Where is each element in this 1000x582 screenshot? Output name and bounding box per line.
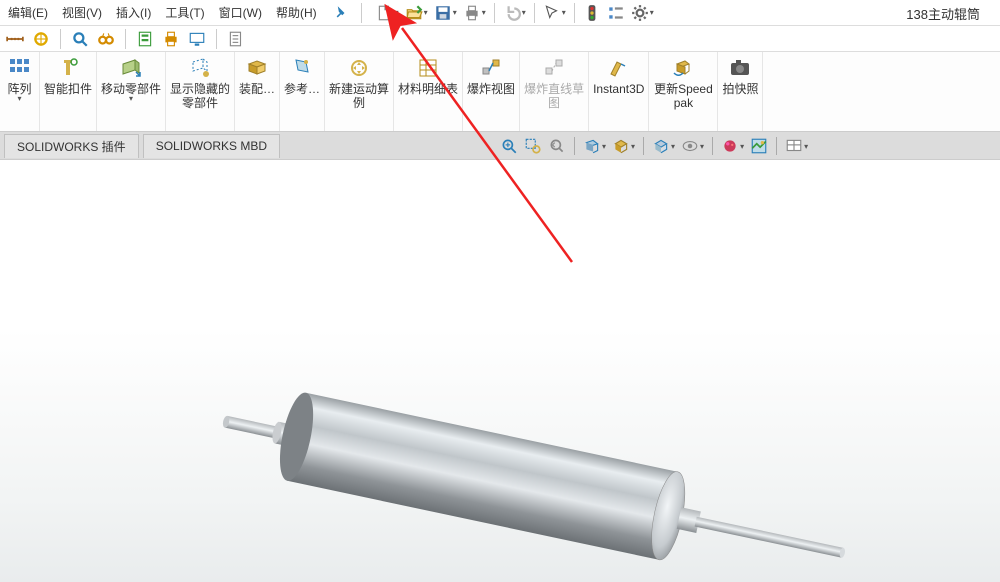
- graphics-viewport[interactable]: [0, 160, 1000, 582]
- ribbon-pattern[interactable]: 阵列: [0, 52, 40, 131]
- ribbon-newmotion[interactable]: 新建运动算例: [325, 52, 394, 131]
- separator: [574, 3, 575, 23]
- menu-insert[interactable]: 插入(I): [110, 0, 157, 25]
- open-button[interactable]: [403, 2, 430, 24]
- select-button[interactable]: [541, 2, 568, 24]
- save-button[interactable]: [432, 2, 459, 24]
- standard-toolbar: [374, 2, 656, 24]
- ribbon-snapshot[interactable]: 拍快照: [718, 52, 763, 131]
- print-button[interactable]: [461, 2, 488, 24]
- view-toolbar: [498, 135, 810, 157]
- separator: [216, 29, 217, 49]
- menu-window[interactable]: 窗口(W): [213, 0, 268, 25]
- appearance-icon[interactable]: [719, 135, 746, 157]
- ribbon-label: 智能扣件: [44, 82, 92, 96]
- ribbon-label: Instant3D: [593, 82, 644, 96]
- ribbon-bom[interactable]: 材料明细表: [394, 52, 463, 131]
- menu-tools[interactable]: 工具(T): [159, 0, 210, 25]
- doc-icon[interactable]: [225, 28, 247, 50]
- separator: [494, 3, 495, 23]
- zoom-prev-icon[interactable]: [546, 135, 568, 157]
- section-view-icon[interactable]: [581, 135, 608, 157]
- ribbon-explode[interactable]: 爆炸视图: [463, 52, 520, 131]
- ribbon-assembly[interactable]: 装配…: [235, 52, 280, 131]
- sheet-icon[interactable]: [134, 28, 156, 50]
- undo-button[interactable]: [501, 2, 528, 24]
- menu-help[interactable]: 帮助(H): [270, 0, 323, 25]
- pin-icon[interactable]: [323, 4, 357, 22]
- center-icon[interactable]: [30, 28, 52, 50]
- ribbon-smartfastener[interactable]: 智能扣件: [40, 52, 97, 131]
- ribbon-label: 材料明细表: [398, 82, 458, 96]
- view-orient-icon[interactable]: [610, 135, 637, 157]
- ribbon-label: 移动零部件: [101, 82, 161, 96]
- separator: [643, 137, 644, 155]
- menu-items: 编辑(E) 视图(V) 插入(I) 工具(T) 窗口(W) 帮助(H): [0, 0, 323, 25]
- binoculars-icon[interactable]: [95, 28, 117, 50]
- hide-show-icon[interactable]: [679, 135, 706, 157]
- ribbon-label: 新建运动算例: [329, 82, 389, 110]
- ribbon-reference[interactable]: 参考…: [280, 52, 325, 131]
- zoom-icon[interactable]: [69, 28, 91, 50]
- menu-edit[interactable]: 编辑(E): [2, 0, 54, 25]
- printer-small-icon[interactable]: [160, 28, 182, 50]
- ribbon-toolbar: 阵列 智能扣件 移动零部件 显示隐藏的零部件 装配… 参考… 新建运动算例 材料…: [0, 52, 1000, 132]
- ribbon-label: 更新Speedpak: [653, 82, 713, 110]
- ribbon-explodeline: 爆炸直线草图: [520, 52, 589, 131]
- ribbon-showhide[interactable]: 显示隐藏的零部件: [166, 52, 235, 131]
- traffic-light-icon[interactable]: [581, 2, 603, 24]
- ribbon-label: 显示隐藏的零部件: [170, 82, 230, 110]
- separator: [712, 137, 713, 155]
- ribbon-speedpak[interactable]: 更新Speedpak: [649, 52, 718, 131]
- display-style-icon[interactable]: [650, 135, 677, 157]
- separator: [361, 3, 362, 23]
- separator: [534, 3, 535, 23]
- document-title: 138主动辊筒: [906, 4, 980, 23]
- ribbon-label: 阵列: [7, 82, 31, 96]
- ribbon-label: 参考…: [284, 82, 320, 96]
- new-button[interactable]: [374, 2, 401, 24]
- menu-bar: 编辑(E) 视图(V) 插入(I) 工具(T) 窗口(W) 帮助(H): [0, 0, 1000, 26]
- scene-icon[interactable]: [748, 135, 770, 157]
- settings-button[interactable]: [629, 2, 656, 24]
- model-roller: [0, 160, 1000, 582]
- measure-icon[interactable]: [4, 28, 26, 50]
- tab-solidworks-mbd[interactable]: SOLIDWORKS MBD: [143, 134, 280, 158]
- zoom-area-icon[interactable]: [522, 135, 544, 157]
- separator: [574, 137, 575, 155]
- quick-toolbar: [0, 26, 1000, 52]
- menu-view[interactable]: 视图(V): [56, 0, 108, 25]
- ribbon-label: 拍快照: [722, 82, 758, 96]
- ribbon-movecomp[interactable]: 移动零部件: [97, 52, 166, 131]
- zoom-fit-icon[interactable]: [498, 135, 520, 157]
- screen-icon[interactable]: [186, 28, 208, 50]
- separator: [60, 29, 61, 49]
- options-list-icon[interactable]: [605, 2, 627, 24]
- viewport-icon[interactable]: [783, 135, 810, 157]
- tab-solidworks-plugins[interactable]: SOLIDWORKS 插件: [4, 134, 139, 158]
- ribbon-label: 装配…: [239, 82, 275, 96]
- separator: [125, 29, 126, 49]
- separator: [776, 137, 777, 155]
- ribbon-label: 爆炸直线草图: [524, 82, 584, 110]
- ribbon-label: 爆炸视图: [467, 82, 515, 96]
- ribbon-instant3d[interactable]: Instant3D: [589, 52, 649, 131]
